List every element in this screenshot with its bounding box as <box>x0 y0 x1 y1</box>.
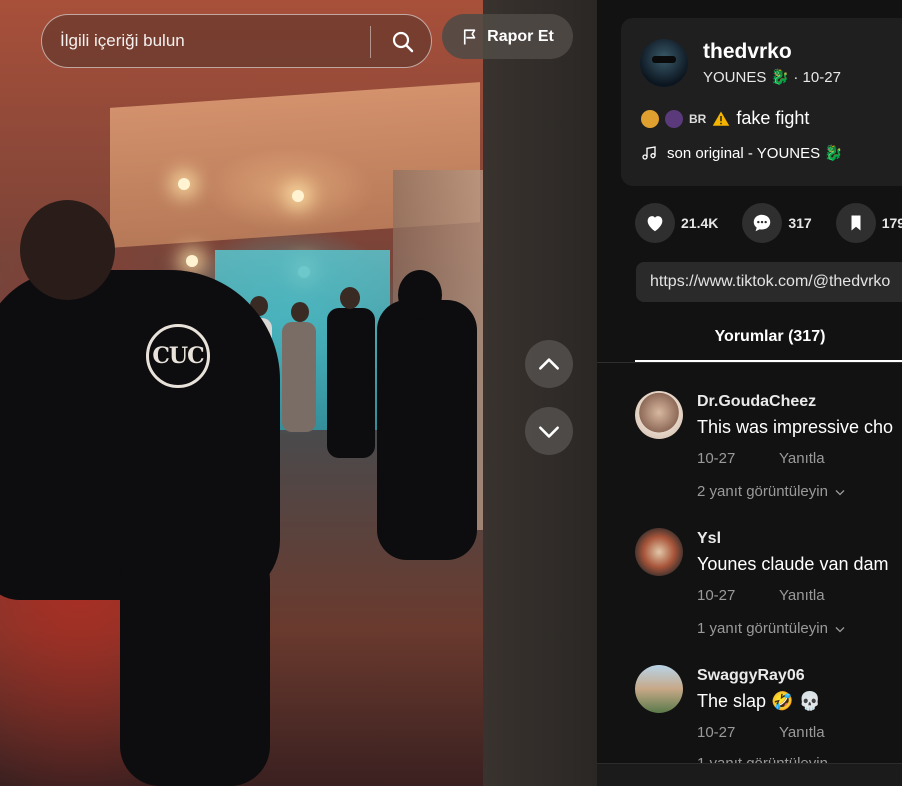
music-title: son original - YOUNES 🐉 <box>667 145 843 162</box>
comment-icon <box>754 214 771 232</box>
post-date: 10-27 <box>802 69 841 86</box>
report-label: Rapor Et <box>487 27 554 45</box>
video-person <box>327 308 375 458</box>
caption-text: fake fight <box>736 108 810 128</box>
bookmark-icon <box>851 215 861 231</box>
view-replies-label: 2 yanıt görüntüleyin <box>697 483 828 500</box>
comment-text: The slap 🤣 💀 <box>697 691 821 711</box>
comment-date: 10-27 <box>697 587 736 604</box>
comment-item: Dr.GoudaCheez This was impressive cho 10… <box>635 391 902 511</box>
comment-meta: 10-27 Yanıtla <box>697 450 825 467</box>
music-note-icon <box>642 146 656 160</box>
search-divider <box>370 26 371 58</box>
comment-action[interactable]: 317 <box>742 203 812 243</box>
ninja-emoji-icon <box>665 109 683 128</box>
action-bar: 21.4K 317 179 <box>635 203 902 243</box>
commenter-avatar[interactable] <box>635 528 683 576</box>
flag-icon <box>464 28 476 44</box>
save-button[interactable] <box>835 203 876 243</box>
report-button[interactable]: Rapor Et <box>442 14 573 59</box>
author-username[interactable]: thedvrko <box>703 40 792 64</box>
grimace-emoji-icon <box>641 109 659 128</box>
comment-text: This was impressive cho <box>697 417 894 437</box>
description-card: thedvrko YOUNES 🐉 · 10-27 BR fake fight … <box>621 18 902 186</box>
tab-divider <box>597 362 902 363</box>
save-count: 179 <box>881 215 902 231</box>
video-person <box>282 322 316 432</box>
chevron-down-icon <box>539 426 559 438</box>
search-button[interactable] <box>382 21 424 63</box>
comment-meta: 10-27 Yanıtla <box>697 724 825 741</box>
video-person-head <box>398 270 442 320</box>
comment-date: 10-27 <box>697 724 736 741</box>
like-count: 21.4K <box>681 215 719 231</box>
commenter-name[interactable]: SwaggyRay06 <box>697 667 805 685</box>
view-replies-button[interactable]: 1 yanıt görüntüleyin <box>697 620 846 637</box>
commenter-name[interactable]: Dr.GoudaCheez <box>697 393 816 411</box>
next-video-button[interactable] <box>525 407 573 455</box>
video-person-head <box>340 287 360 309</box>
video-link-text: https://www.tiktok.com/@thedvrko <box>650 273 891 290</box>
video-person <box>377 300 477 560</box>
search-bar <box>41 14 432 68</box>
comment-item: SwaggyRay06 The slap 🤣 💀 10-27 Yanıtla 1… <box>635 665 902 763</box>
commenter-avatar[interactable] <box>635 665 683 713</box>
chevron-down-icon <box>835 489 845 495</box>
video-link-field[interactable]: https://www.tiktok.com/@thedvrko <box>636 262 902 302</box>
like-action[interactable]: 21.4K <box>635 203 718 243</box>
reply-button[interactable]: Yanıtla <box>779 450 825 467</box>
music-info[interactable]: son original - YOUNES 🐉 <box>641 144 843 162</box>
view-replies-button[interactable]: 1 yanıt görüntüleyin <box>697 755 828 763</box>
comment-button[interactable] <box>742 203 783 243</box>
heart-icon <box>647 216 663 232</box>
author-subline: YOUNES 🐉 · 10-27 <box>703 68 841 86</box>
comment-count: 317 <box>788 215 812 231</box>
separator-dot: · <box>793 69 803 86</box>
video-person-head <box>20 200 115 300</box>
video-person <box>120 540 270 786</box>
jacket-logo: CUC <box>146 324 210 388</box>
comment-date: 10-27 <box>697 450 736 467</box>
reply-button[interactable]: Yanıtla <box>779 724 825 741</box>
details-panel: thedvrko YOUNES 🐉 · 10-27 BR fake fight … <box>597 0 902 786</box>
view-replies-button[interactable]: 2 yanıt görüntüleyin <box>697 483 846 500</box>
view-replies-label: 1 yanıt görüntüleyin <box>697 620 828 637</box>
reply-button[interactable]: Yanıtla <box>779 587 825 604</box>
video-person-head <box>291 302 309 322</box>
like-button[interactable] <box>635 203 675 243</box>
search-icon <box>392 31 414 53</box>
video-player[interactable]: CUC <box>0 0 483 786</box>
comment-meta: 10-27 Yanıtla <box>697 587 825 604</box>
comment-item: Ysl Younes claude van dam 10-27 Yanıtla … <box>635 528 902 648</box>
chevron-up-icon <box>539 358 559 370</box>
author-display-name: YOUNES 🐉 <box>703 69 790 86</box>
video-panel: CUC Rapor Et <box>0 0 597 786</box>
tab-comments[interactable]: Yorumlar (317) <box>635 318 902 362</box>
commenter-name[interactable]: Ysl <box>697 530 721 548</box>
video-light <box>186 255 198 267</box>
commenter-avatar[interactable] <box>635 391 683 439</box>
view-replies-label: 1 yanıt görüntüleyin <box>697 755 828 763</box>
chevron-down-icon <box>835 626 845 632</box>
comment-text: Younes claude van dam <box>697 554 889 574</box>
video-caption: BR fake fight <box>641 108 809 129</box>
video-light <box>292 190 304 202</box>
previous-video-button[interactable] <box>525 340 573 388</box>
search-input[interactable] <box>60 31 360 51</box>
video-light <box>178 178 190 190</box>
caption-tag: BR <box>689 111 707 126</box>
comment-input-bar <box>597 763 902 786</box>
author-avatar[interactable] <box>640 39 688 87</box>
warning-icon <box>713 111 730 126</box>
save-action[interactable]: 179 <box>835 203 902 243</box>
